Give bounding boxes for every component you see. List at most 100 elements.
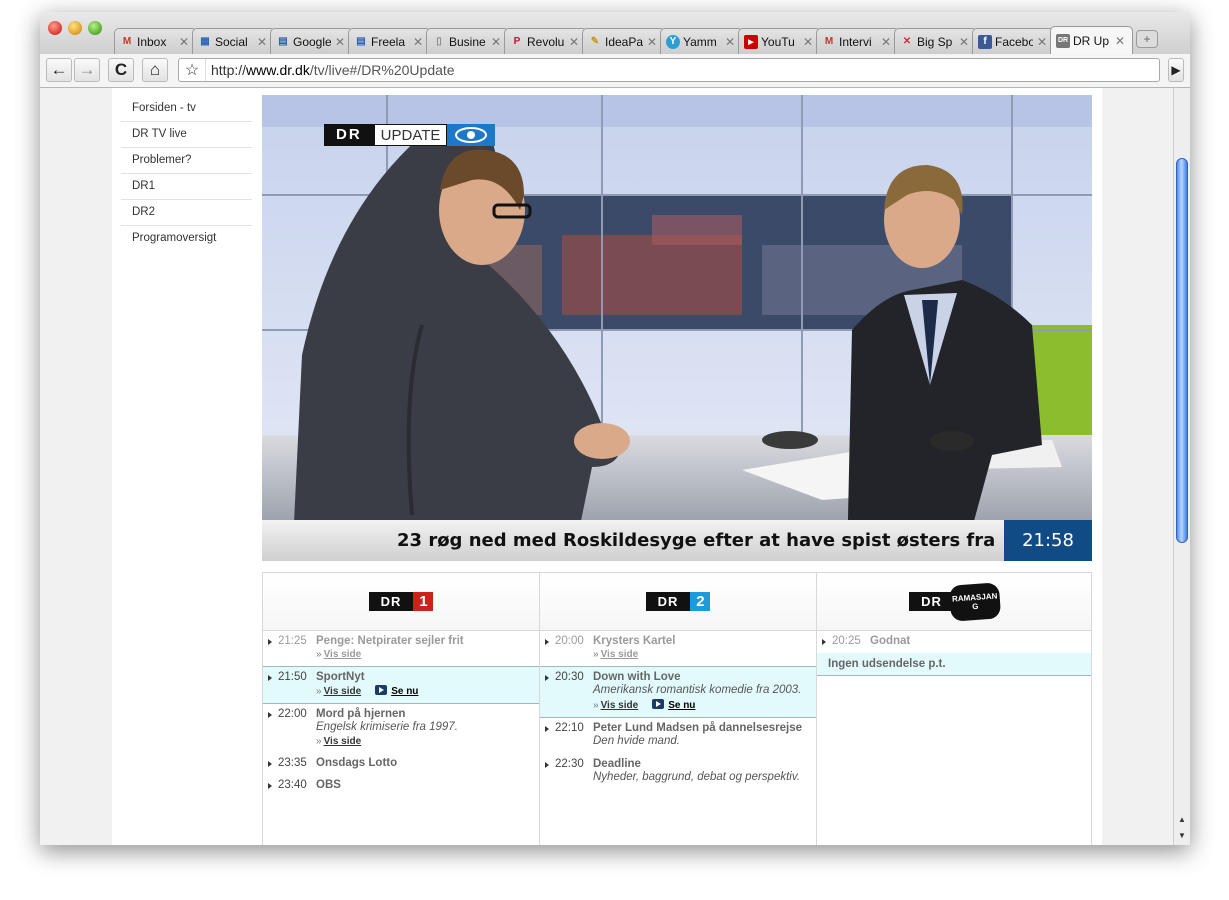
nav-item-dr1[interactable]: DR1 bbox=[121, 174, 252, 200]
browser-tab[interactable]: ▤ Google ✕ bbox=[270, 28, 353, 54]
minimize-window-button[interactable] bbox=[68, 21, 82, 35]
reload-icon: C bbox=[114, 60, 128, 79]
nav-item-dr-tv-live[interactable]: DR TV live bbox=[121, 122, 252, 148]
play-icon[interactable] bbox=[375, 685, 388, 695]
vertical-scrollbar[interactable]: ▲ ▼ bbox=[1173, 88, 1190, 845]
browser-tab[interactable]: ✕ Big Sp ✕ bbox=[894, 28, 977, 54]
vis-side-link[interactable]: Vis side bbox=[324, 736, 362, 747]
browser-tab[interactable]: ▤ Freela ✕ bbox=[348, 28, 431, 54]
nav-item-programoversigt[interactable]: Programoversigt bbox=[121, 226, 252, 251]
tab-close-icon[interactable]: ✕ bbox=[959, 35, 969, 49]
dr1-column: DR 1 21:25 Penge: Netpirater sejler frit »… bbox=[263, 573, 540, 845]
tab-close-icon[interactable]: ✕ bbox=[881, 35, 891, 49]
browser-tab[interactable]: DR DR Up ✕ bbox=[1050, 26, 1133, 54]
ramasjang-column: DR RAMASJANG 20:25 Godnat Ingen udsendels… bbox=[817, 573, 1091, 845]
tab-close-icon[interactable]: ✕ bbox=[569, 35, 579, 49]
ramasjang-logo[interactable]: DR RAMASJANG bbox=[909, 581, 1002, 622]
scroll-down-arrow-icon[interactable]: ▼ bbox=[1174, 828, 1190, 842]
home-button[interactable]: ⌂ bbox=[142, 58, 168, 82]
page-icon: ▯ bbox=[436, 36, 442, 47]
google-docs-icon: ▤ bbox=[278, 36, 288, 47]
close-window-button[interactable] bbox=[48, 21, 62, 35]
home-icon: ⌂ bbox=[149, 60, 161, 79]
bullet-icon bbox=[545, 639, 549, 645]
tab-close-icon[interactable]: ✕ bbox=[1115, 34, 1125, 48]
double-chevron-icon: » bbox=[316, 686, 322, 697]
tab-title: Facebo bbox=[995, 34, 1033, 49]
address-bar[interactable]: ☆ http://www.dr.dk/tv/live#/DR%20Update bbox=[178, 58, 1160, 82]
zoom-window-button[interactable] bbox=[88, 21, 102, 35]
back-button[interactable]: ← bbox=[46, 58, 72, 82]
program-time: 23:40 bbox=[278, 779, 307, 791]
facebook-icon: f bbox=[978, 34, 992, 49]
new-tab-button[interactable]: + bbox=[1136, 30, 1158, 48]
se-nu-link[interactable]: Se nu bbox=[391, 686, 418, 697]
program-title: Penge: Netpirater sejler frit bbox=[316, 635, 464, 647]
google-docs-icon: ▤ bbox=[356, 36, 366, 47]
nav-item-forsiden[interactable]: Forsiden - tv bbox=[121, 96, 252, 122]
browser-tab[interactable]: f Facebo ✕ bbox=[972, 28, 1055, 54]
page-menu-button[interactable]: ▶ bbox=[1168, 58, 1184, 82]
program-time: 20:25 bbox=[832, 635, 861, 647]
forward-button[interactable]: → bbox=[74, 58, 100, 82]
tab-close-icon[interactable]: ✕ bbox=[647, 35, 657, 49]
nav-item-dr2[interactable]: DR2 bbox=[121, 200, 252, 226]
scroll-up-arrow-icon[interactable]: ▲ bbox=[1174, 812, 1190, 826]
video-frame bbox=[262, 95, 1092, 561]
tab-close-icon[interactable]: ✕ bbox=[1037, 35, 1047, 49]
browser-tab[interactable]: Y Yamm ✕ bbox=[660, 28, 743, 54]
play-icon[interactable] bbox=[652, 699, 665, 709]
program-entry: 20:00 Krysters Kartel » Vis side bbox=[540, 631, 816, 666]
ticker-clock: 21:58 bbox=[1022, 530, 1074, 551]
program-time: 22:10 bbox=[555, 722, 584, 734]
browser-tab[interactable]: ▯ Busine ✕ bbox=[426, 28, 509, 54]
program-entry: 22:30 Deadline Nyheder, baggrund, debat og… bbox=[540, 754, 816, 790]
tab-close-icon[interactable]: ✕ bbox=[803, 35, 813, 49]
bookmark-star-icon[interactable]: ☆ bbox=[179, 59, 206, 81]
program-time: 20:30 bbox=[555, 671, 584, 683]
browser-tab[interactable]: ✎ IdeaPa ✕ bbox=[582, 28, 665, 54]
browser-tab[interactable]: M Inbox ✕ bbox=[114, 28, 197, 54]
dr-update-logo-dr: DR bbox=[324, 124, 374, 146]
calendar-icon: ▦ bbox=[200, 36, 210, 47]
program-title: Deadline bbox=[593, 758, 641, 770]
url-domain: www.dr.dk bbox=[246, 62, 310, 78]
dr2-logo[interactable]: DR 2 bbox=[645, 592, 711, 612]
program-links: » Vis side bbox=[593, 649, 810, 660]
vis-side-link[interactable]: Vis side bbox=[601, 649, 639, 660]
scrollbar-thumb[interactable] bbox=[1176, 158, 1188, 543]
program-time: 22:00 bbox=[278, 708, 307, 720]
tab-title: Revolu bbox=[527, 34, 565, 49]
se-nu-link[interactable]: Se nu bbox=[668, 700, 695, 711]
nav-item-problemer[interactable]: Problemer? bbox=[121, 148, 252, 174]
vis-side-link[interactable]: Vis side bbox=[324, 686, 362, 697]
reload-button[interactable]: C bbox=[108, 58, 134, 82]
tab-close-icon[interactable]: ✕ bbox=[257, 35, 267, 49]
youtube-icon: ▶ bbox=[744, 34, 758, 49]
tab-close-icon[interactable]: ✕ bbox=[413, 35, 423, 49]
browser-tab[interactable]: ▶ YouTu ✕ bbox=[738, 28, 821, 54]
vis-side-link[interactable]: Vis side bbox=[324, 649, 362, 660]
tab-close-icon[interactable]: ✕ bbox=[179, 35, 189, 49]
tab-close-icon[interactable]: ✕ bbox=[335, 35, 345, 49]
gmail-icon: M bbox=[824, 36, 834, 47]
tab-close-icon[interactable]: ✕ bbox=[725, 35, 735, 49]
dr1-logo[interactable]: DR 1 bbox=[368, 592, 434, 612]
browser-tab[interactable]: P Revolu ✕ bbox=[504, 28, 587, 54]
url-text[interactable]: http://www.dr.dk/tv/live#/DR%20Update bbox=[206, 62, 455, 78]
program-entry: 21:50 SportNyt » Vis side Se nu bbox=[263, 666, 539, 704]
dr2-logo-number: 2 bbox=[690, 592, 711, 611]
tab-title: Social bbox=[215, 34, 248, 49]
tab-title: Inbox bbox=[137, 34, 167, 49]
tab-close-icon[interactable]: ✕ bbox=[491, 35, 501, 49]
browser-tab[interactable]: ▦ Social ✕ bbox=[192, 28, 275, 54]
live-video-player[interactable]: DR UPDATE 23 røg ned med Roskildesyge ef… bbox=[262, 95, 1092, 561]
vis-side-link[interactable]: Vis side bbox=[601, 700, 639, 711]
browser-tab[interactable]: M Intervi ✕ bbox=[816, 28, 899, 54]
double-chevron-icon: » bbox=[316, 736, 322, 747]
program-time: 21:50 bbox=[278, 671, 307, 683]
program-title: Krysters Kartel bbox=[593, 635, 676, 647]
program-description: Amerikansk romantisk komedie fra 2003. bbox=[593, 684, 802, 696]
dr1-logo-dr: DR bbox=[368, 592, 414, 611]
program-entry: 20:30 Down with Love Amerikansk romantisk … bbox=[540, 666, 816, 718]
